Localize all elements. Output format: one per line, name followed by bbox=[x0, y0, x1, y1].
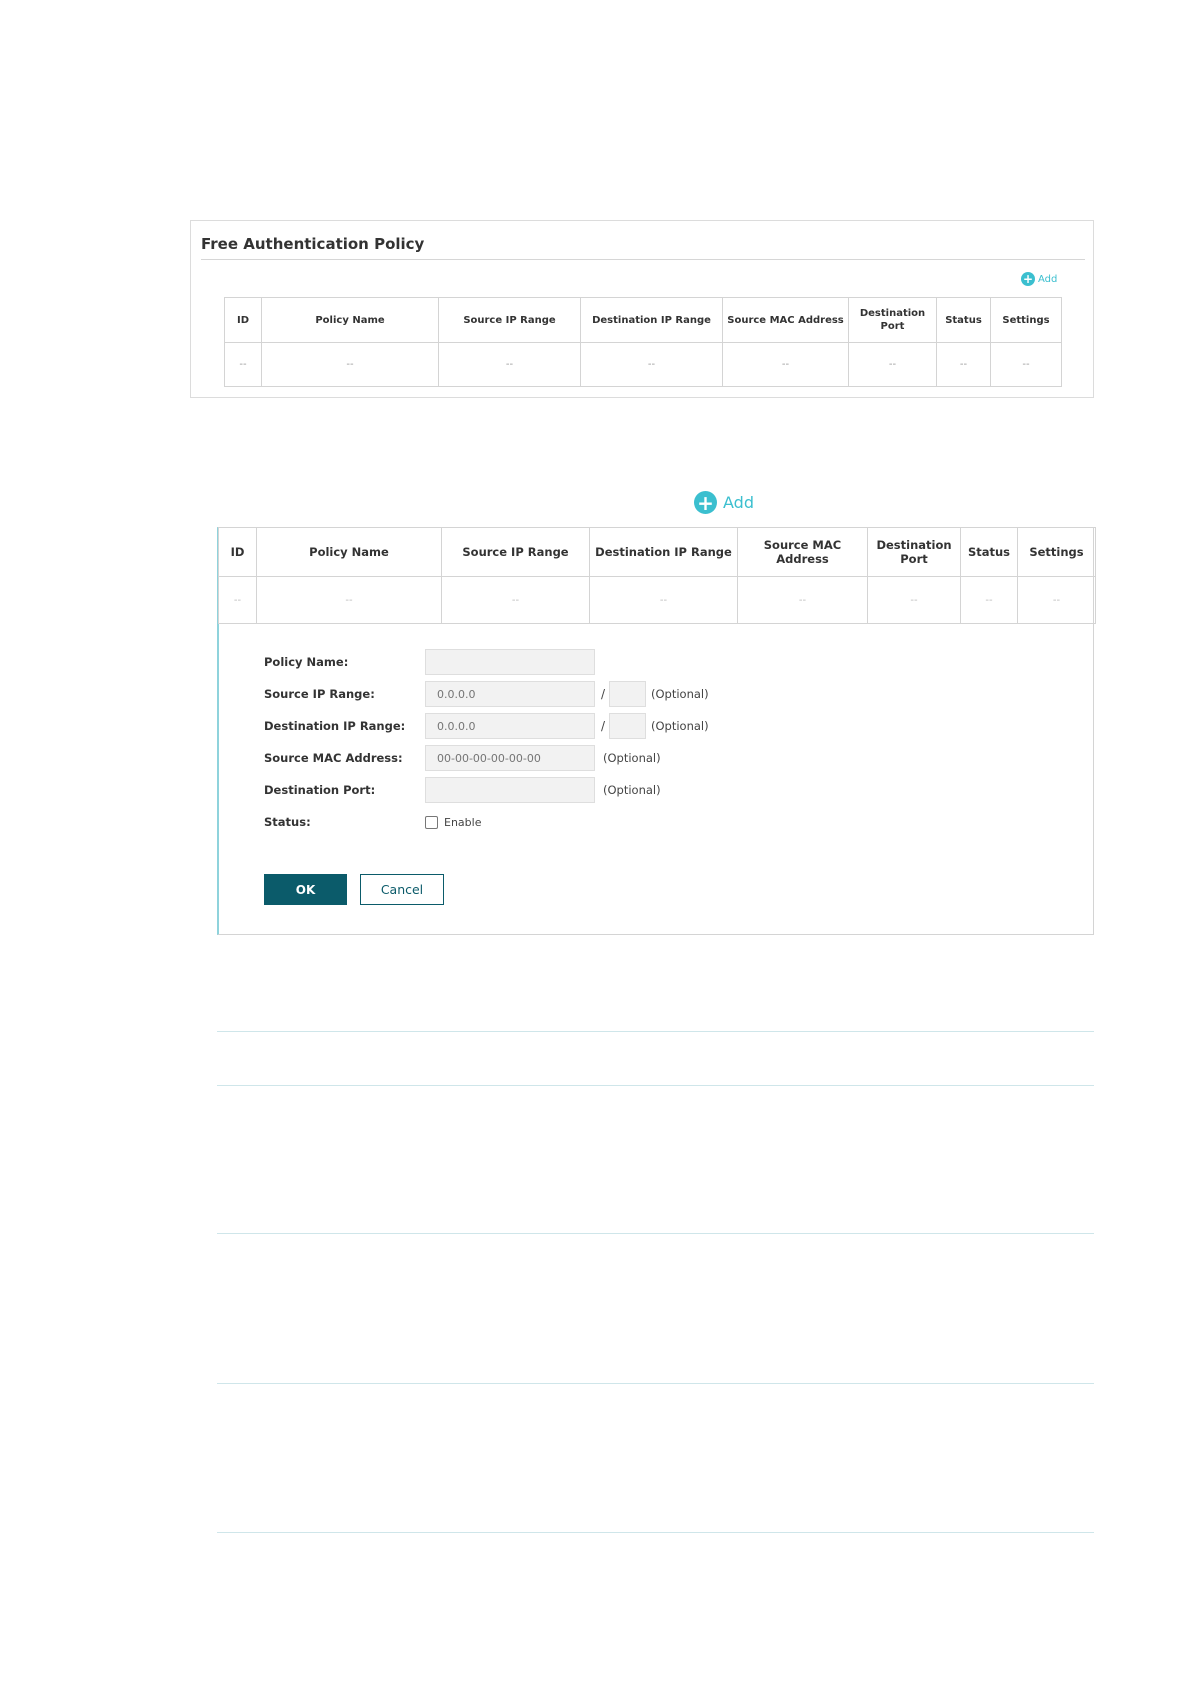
source-mac-row: Source MAC Address: (Optional) bbox=[264, 745, 661, 771]
cell-destination-ip-range: -- bbox=[580, 342, 723, 387]
status-label: Status: bbox=[264, 815, 311, 829]
add-label: Add bbox=[723, 493, 754, 512]
source-ip-label: Source IP Range: bbox=[264, 687, 375, 701]
source-mac-input[interactable] bbox=[425, 745, 595, 771]
destination-ip-label: Destination IP Range: bbox=[264, 719, 406, 733]
destination-port-row: Destination Port: (Optional) bbox=[264, 777, 661, 803]
divider bbox=[217, 1031, 1094, 1032]
cell-destination-ip-range: -- bbox=[589, 576, 738, 624]
optional-hint: (Optional) bbox=[651, 687, 709, 701]
col-settings: Settings bbox=[1017, 527, 1096, 577]
plus-circle-icon: + bbox=[694, 491, 717, 514]
col-id: ID bbox=[224, 297, 262, 343]
table-header-row: ID Policy Name Source IP Range Destinati… bbox=[224, 297, 1062, 343]
add-label: Add bbox=[1038, 273, 1058, 285]
destination-port-input[interactable] bbox=[425, 777, 595, 803]
col-policy-name: Policy Name bbox=[256, 527, 442, 577]
destination-ip-input[interactable] bbox=[425, 713, 595, 739]
cell-source-mac-address: -- bbox=[737, 576, 868, 624]
cell-source-mac-address: -- bbox=[722, 342, 849, 387]
col-destination-port: Destination Port bbox=[867, 527, 961, 577]
enable-checkbox[interactable] bbox=[425, 815, 438, 829]
divider bbox=[217, 1532, 1094, 1533]
source-ip-row: Source IP Range: / (Optional) bbox=[264, 681, 709, 707]
destination-ip-mask-input[interactable] bbox=[609, 713, 646, 739]
col-settings: Settings bbox=[990, 297, 1062, 343]
cell-id: -- bbox=[218, 576, 257, 624]
optional-hint: (Optional) bbox=[603, 751, 661, 765]
add-button-large[interactable]: + Add bbox=[694, 491, 754, 514]
source-ip-input[interactable] bbox=[425, 681, 595, 707]
divider bbox=[217, 1383, 1094, 1384]
divider bbox=[217, 1233, 1094, 1234]
source-mac-label: Source MAC Address: bbox=[264, 751, 403, 765]
destination-ip-row: Destination IP Range: / (Optional) bbox=[264, 713, 709, 739]
table-row: -- -- -- -- -- -- -- -- bbox=[218, 576, 1096, 624]
policy-table: ID Policy Name Source IP Range Destinati… bbox=[218, 527, 1096, 624]
plus-circle-icon: + bbox=[1021, 272, 1035, 286]
policy-name-label: Policy Name: bbox=[264, 655, 349, 669]
col-destination-port: Destination Port bbox=[848, 297, 937, 343]
cell-settings: -- bbox=[1017, 576, 1096, 624]
panel-title: Free Authentication Policy bbox=[201, 235, 425, 253]
free-authentication-policy-panel: Free Authentication Policy + Add ID Poli… bbox=[190, 220, 1094, 398]
cancel-button[interactable]: Cancel bbox=[360, 874, 444, 905]
policy-name-input[interactable] bbox=[425, 649, 595, 675]
cell-source-ip-range: -- bbox=[438, 342, 581, 387]
policy-name-row: Policy Name: bbox=[264, 649, 595, 675]
slash-separator: / bbox=[600, 687, 606, 701]
cell-id: -- bbox=[224, 342, 262, 387]
optional-hint: (Optional) bbox=[603, 783, 661, 797]
col-source-mac-address: Source MAC Address bbox=[722, 297, 849, 343]
cell-status: -- bbox=[960, 576, 1018, 624]
col-destination-ip-range: Destination IP Range bbox=[580, 297, 723, 343]
col-source-ip-range: Source IP Range bbox=[441, 527, 590, 577]
cell-source-ip-range: -- bbox=[441, 576, 590, 624]
cell-status: -- bbox=[936, 342, 991, 387]
cell-policy-name: -- bbox=[261, 342, 439, 387]
col-source-mac-address: Source MAC Address bbox=[737, 527, 868, 577]
source-ip-mask-input[interactable] bbox=[609, 681, 646, 707]
col-policy-name: Policy Name bbox=[261, 297, 439, 343]
divider bbox=[217, 1085, 1094, 1086]
enable-label[interactable]: Enable bbox=[444, 816, 481, 829]
col-status: Status bbox=[936, 297, 991, 343]
ok-button[interactable]: OK bbox=[264, 874, 347, 905]
policy-table: ID Policy Name Source IP Range Destinati… bbox=[224, 297, 1062, 387]
cell-settings: -- bbox=[990, 342, 1062, 387]
status-row: Status: Enable bbox=[264, 809, 481, 835]
cell-destination-port: -- bbox=[867, 576, 961, 624]
cell-policy-name: -- bbox=[256, 576, 442, 624]
slash-separator: / bbox=[600, 719, 606, 733]
optional-hint: (Optional) bbox=[651, 719, 709, 733]
table-header-row: ID Policy Name Source IP Range Destinati… bbox=[218, 527, 1096, 577]
title-divider bbox=[201, 259, 1085, 260]
col-id: ID bbox=[218, 527, 257, 577]
add-policy-panel: ID Policy Name Source IP Range Destinati… bbox=[217, 527, 1096, 935]
destination-port-label: Destination Port: bbox=[264, 783, 376, 797]
table-row: -- -- -- -- -- -- -- -- bbox=[224, 342, 1062, 387]
cell-destination-port: -- bbox=[848, 342, 937, 387]
col-status: Status bbox=[960, 527, 1018, 577]
col-destination-ip-range: Destination IP Range bbox=[589, 527, 738, 577]
add-button[interactable]: + Add bbox=[1021, 272, 1057, 286]
col-source-ip-range: Source IP Range bbox=[438, 297, 581, 343]
